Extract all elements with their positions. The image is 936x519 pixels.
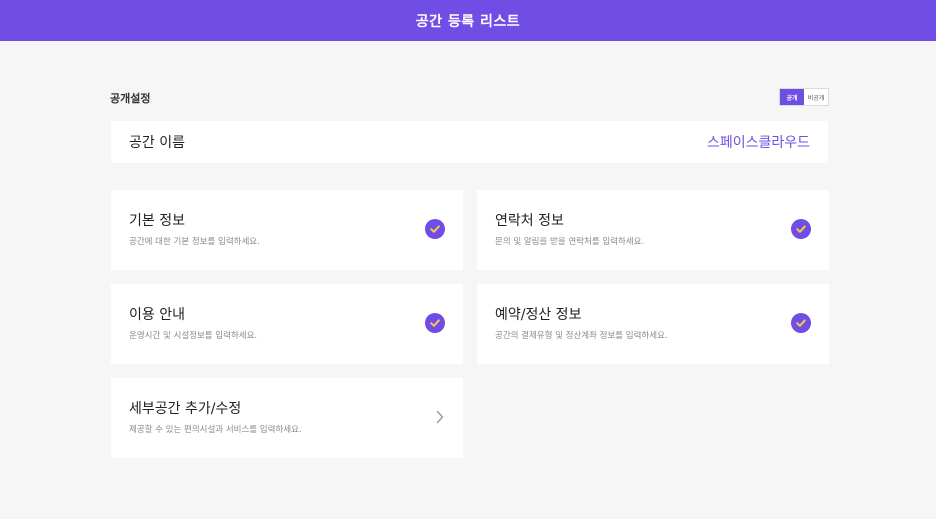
visibility-private-option[interactable]: 비공개 [804, 89, 828, 105]
visibility-toggle: 공개 비공개 [779, 88, 829, 106]
card-title: 세부공간 추가/수정 [129, 401, 242, 417]
space-name-label: 공간 이름 [129, 135, 185, 151]
page-title: 공간 등록 리스트 [415, 13, 521, 30]
card-description: 공간의 결제유형 및 정산계좌 정보를 입력하세요. [495, 331, 668, 341]
subspace-edit-card[interactable]: 세부공간 추가/수정 제공할 수 있는 편의시설과 서비스를 입력하세요. [111, 378, 463, 458]
card-title: 이용 안내 [129, 307, 185, 323]
check-circle-icon [425, 313, 445, 333]
visibility-setting-label: 공개설정 [110, 92, 151, 105]
card-description: 문의 및 알림을 받을 연락처를 입력하세요. [495, 237, 645, 247]
check-circle-icon [791, 313, 811, 333]
space-name-value: 스페이스클라우드 [706, 135, 810, 151]
space-name-row: 공간 이름 스페이스클라우드 [111, 121, 828, 163]
card-description: 공간에 대한 기본 정보를 입력하세요. [129, 237, 260, 247]
page-header: 공간 등록 리스트 [0, 0, 936, 41]
check-circle-icon [791, 219, 811, 239]
visibility-public-option[interactable]: 공개 [780, 89, 804, 105]
reservation-settlement-card[interactable]: 예약/정산 정보 공간의 결제유형 및 정산계좌 정보를 입력하세요. [477, 284, 829, 364]
card-title: 기본 정보 [129, 213, 185, 229]
card-description: 제공할 수 있는 편의시설과 서비스를 입력하세요. [129, 425, 302, 435]
usage-guide-card[interactable]: 이용 안내 운영시간 및 시설정보를 입력하세요. [111, 284, 463, 364]
basic-info-card[interactable]: 기본 정보 공간에 대한 기본 정보를 입력하세요. [111, 190, 463, 270]
card-description: 운영시간 및 시설정보를 입력하세요. [129, 331, 258, 341]
card-title: 연락처 정보 [495, 213, 564, 229]
chevron-right-icon[interactable] [433, 408, 447, 426]
contact-info-card[interactable]: 연락처 정보 문의 및 알림을 받을 연락처를 입력하세요. [477, 190, 829, 270]
check-circle-icon [425, 219, 445, 239]
card-title: 예약/정산 정보 [495, 307, 582, 323]
